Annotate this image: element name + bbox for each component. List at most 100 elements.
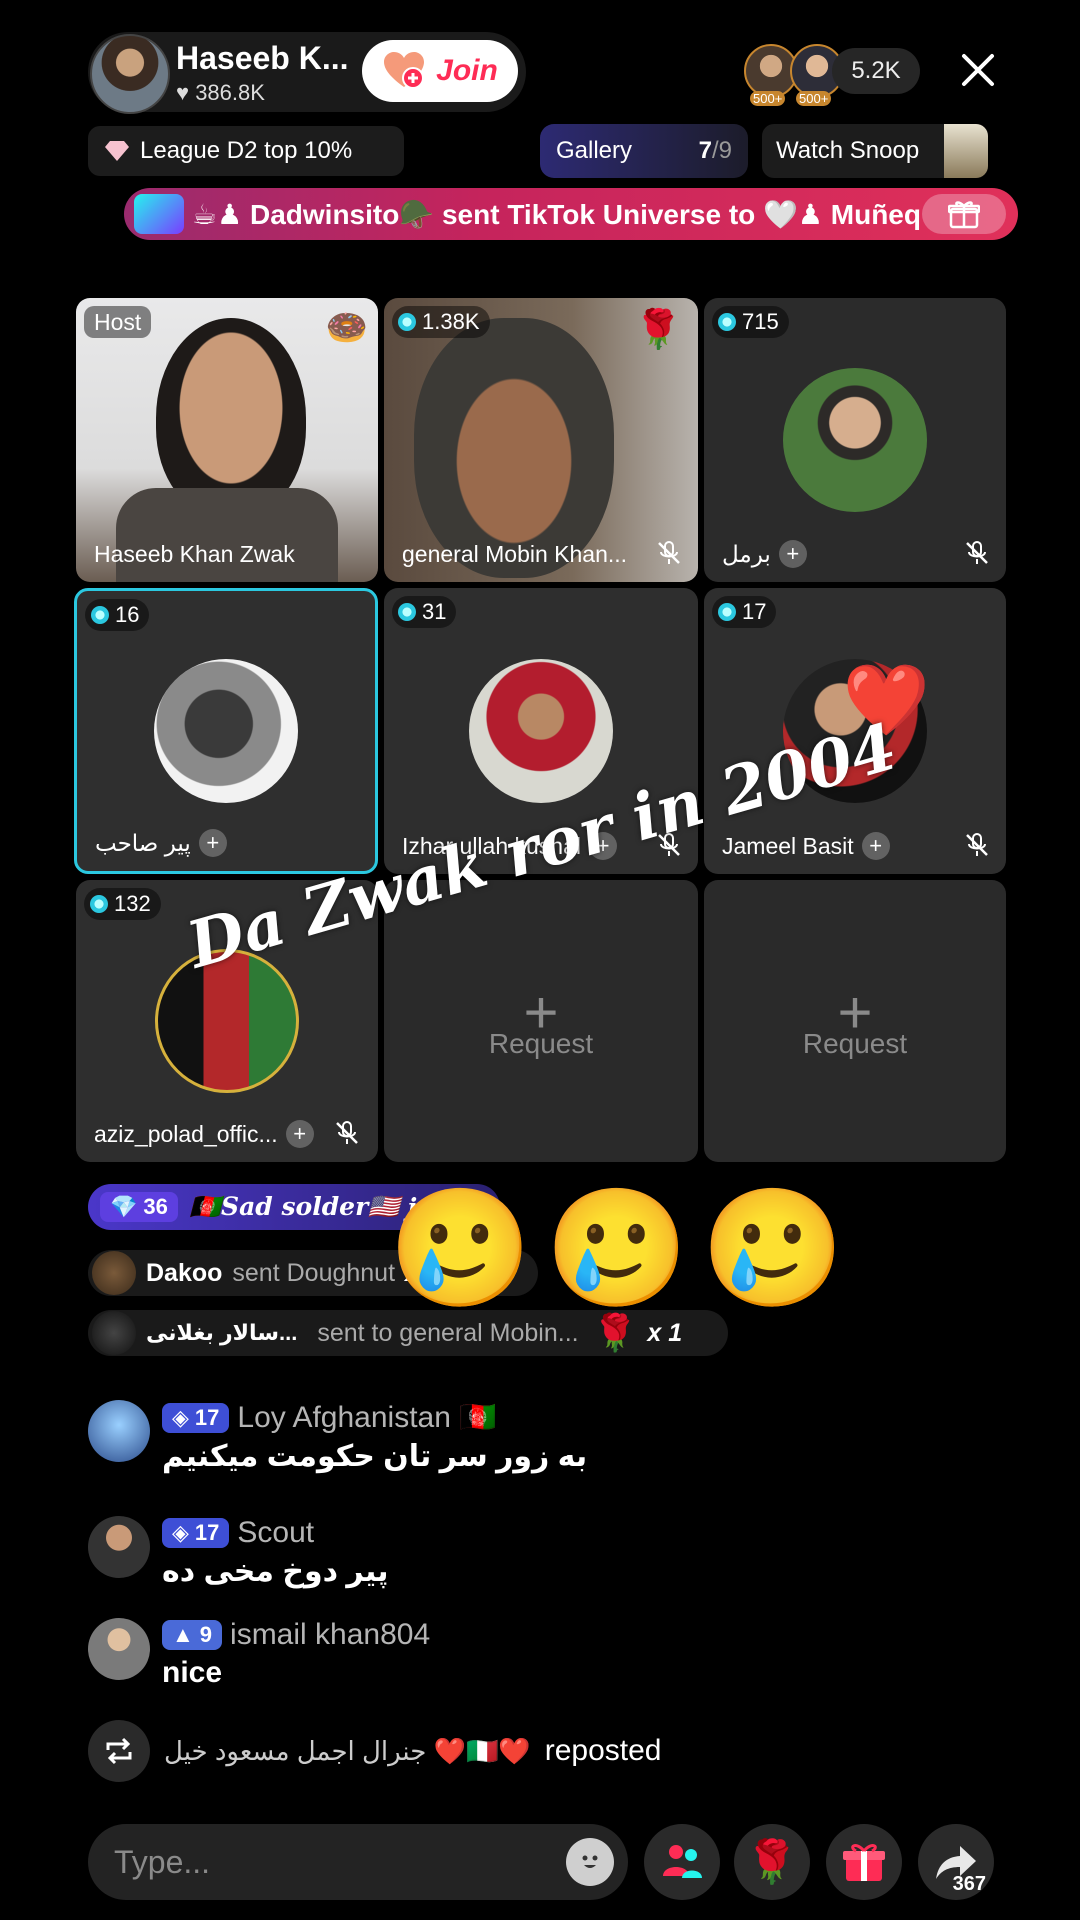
guest-avatar <box>154 659 298 803</box>
guest-name: general Mobin Khan... <box>402 541 628 567</box>
repost-notice: جنرال اجمل مسعود خیل ❤️🇮🇹❤️ reposted <box>88 1720 661 1782</box>
triangle-icon: ▲ <box>172 1622 194 1647</box>
emoji-picker-icon[interactable] <box>566 1838 614 1886</box>
join-label: Join <box>436 54 498 87</box>
likes-count: 386.8K <box>195 80 265 105</box>
rose-gift-button[interactable]: 🌹 <box>734 1824 810 1900</box>
gallery-button[interactable]: Gallery 7/9 <box>540 124 748 178</box>
comment-user[interactable]: ismail khan804 <box>230 1618 430 1651</box>
guest-name: برمل + <box>722 540 807 568</box>
gem-icon <box>91 606 109 624</box>
guest-name: پیر صاحب + <box>95 829 227 857</box>
guest-score-badge: 17 <box>712 596 777 628</box>
comment-text: پیر دوخ مخی ده <box>162 1555 389 1588</box>
guest-tile-4[interactable]: 16 پیر صاحب + <box>74 588 378 874</box>
gift-banner[interactable]: ☕♟ Dadwinsito🪖 sent TikTok Universe to 🤍… <box>124 188 1018 240</box>
repost-user: جنرال اجمل مسعود خیل ❤️🇮🇹❤️ <box>164 1735 531 1766</box>
league-label: League D2 top 10% <box>140 137 353 164</box>
level-badge: ◈ 17 <box>162 1518 230 1548</box>
share-count: 367 <box>952 1873 986 1895</box>
user-avatar[interactable] <box>88 1516 150 1578</box>
mic-muted-icon <box>658 541 680 564</box>
gem-icon <box>90 895 108 913</box>
diamond-icon: 💎 <box>110 1194 138 1219</box>
comment-item[interactable]: ◈ 17 Scout پیر دوخ مخی ده <box>88 1516 988 1589</box>
rose-icon: 🌹 <box>592 1312 638 1353</box>
gift-user: سالار بغلانی... <box>146 1320 298 1345</box>
level-badge: ◈ 17 <box>162 1402 230 1433</box>
comment-text: به زور سر تان حکومت میکنیم <box>162 1440 588 1473</box>
host-likes: ♥ 386.8K <box>176 80 265 106</box>
comment-user[interactable]: Scout <box>237 1516 314 1549</box>
gem-icon <box>398 603 416 621</box>
watch-thumbnail <box>944 124 988 178</box>
close-icon[interactable] <box>956 48 1000 92</box>
guest-score-badge: 1.38K <box>392 306 490 338</box>
guest-score-badge: 132 <box>84 888 161 920</box>
gift-button[interactable] <box>826 1824 902 1900</box>
request-slot-2[interactable]: + Request <box>704 880 1006 1162</box>
follow-plus-button[interactable]: + <box>198 829 227 857</box>
viewer-rank-badge: 500+ <box>796 91 832 106</box>
comment-text: nice <box>162 1656 223 1689</box>
host-avatar[interactable] <box>90 34 170 114</box>
repost-action: reposted <box>544 1734 662 1767</box>
request-slot-1[interactable]: + Request <box>384 880 698 1162</box>
follow-plus-button[interactable]: + <box>285 1120 314 1148</box>
gem-icon <box>718 313 736 331</box>
host-name[interactable]: Haseeb K... <box>176 40 349 77</box>
watch-label: Watch Snoop <box>776 137 920 164</box>
gift-icon[interactable] <box>922 194 1006 234</box>
user-avatar[interactable] <box>88 1400 150 1462</box>
guest-avatar <box>783 368 927 512</box>
guest-tile-3[interactable]: 715 برمل + <box>704 298 1006 582</box>
viewer-count[interactable]: 5.2K <box>832 48 920 94</box>
viewer-rank-badge: 500+ <box>750 91 786 106</box>
share-button[interactable]: 367 <box>918 1824 994 1900</box>
league-badge[interactable]: League D2 top 10% <box>88 126 404 176</box>
gift-notification-2: سالار بغلانی... sent to general Mobin...… <box>88 1310 728 1356</box>
level-badge: ▲ 9 <box>162 1620 223 1650</box>
follow-plus-button[interactable]: + <box>861 832 890 860</box>
join-button[interactable]: Join <box>362 40 518 102</box>
guest-score-badge: 16 <box>85 599 150 631</box>
gift-user: Dakoo <box>146 1258 223 1287</box>
gallery-total: /9 <box>711 137 732 164</box>
repost-icon <box>88 1720 150 1782</box>
multi-guest-button[interactable] <box>644 1824 720 1900</box>
diamond-outline-icon: ◈ <box>172 1520 189 1545</box>
gift-box-icon <box>843 1844 885 1881</box>
guest-video <box>414 318 614 578</box>
gift-text: sent to general Mobin... <box>317 1318 579 1347</box>
heart-icon: ♥ <box>176 80 190 105</box>
guest-name: Jameel Basit + <box>722 832 890 860</box>
guest-name: Haseeb Khan Zwak <box>94 541 295 567</box>
follow-plus-button[interactable]: + <box>778 540 807 568</box>
gallery-label: Gallery <box>556 137 633 164</box>
gallery-count: 7 <box>698 137 712 164</box>
comment-item[interactable]: ▲ 9 ismail khan804 nice <box>88 1618 988 1690</box>
comment-item[interactable]: ◈ 17 Loy Afghanistan 🇦🇫 به زور سر تان حکوم… <box>88 1400 988 1474</box>
crying-smile-emoji: 🥲 <box>700 1183 846 1313</box>
watch-suggestion[interactable]: Watch Snoop <box>762 124 988 178</box>
mic-muted-icon <box>336 1121 358 1144</box>
request-label: Request <box>488 1028 594 1059</box>
guest-tile-2[interactable]: 1.38K 🌹 general Mobin Khan... <box>384 298 698 582</box>
gift-text: sent Doughnut <box>232 1258 396 1287</box>
guest-score-badge: 715 <box>712 306 789 338</box>
comment-input[interactable]: Type... <box>88 1824 628 1900</box>
rose-icon: 🌹 <box>745 1837 799 1885</box>
guest-score-badge: 31 <box>392 596 457 628</box>
join-user: 🇦🇫Sad solder🇺🇸 <box>189 1192 400 1221</box>
guest-tile-host[interactable]: Host 🍩 Haseeb Khan Zwak <box>76 298 378 582</box>
gift-count: x 1 <box>647 1318 683 1347</box>
request-label: Request <box>802 1028 908 1059</box>
user-avatar <box>92 1311 136 1355</box>
crying-smile-emoji: 🥲 <box>388 1183 533 1313</box>
gem-icon <box>398 313 416 331</box>
user-avatar[interactable] <box>88 1618 150 1680</box>
comment-user[interactable]: Loy Afghanistan 🇦🇫 <box>237 1401 496 1434</box>
guest-avatar <box>469 659 613 803</box>
mic-muted-icon <box>966 541 988 564</box>
gem-icon <box>718 603 736 621</box>
